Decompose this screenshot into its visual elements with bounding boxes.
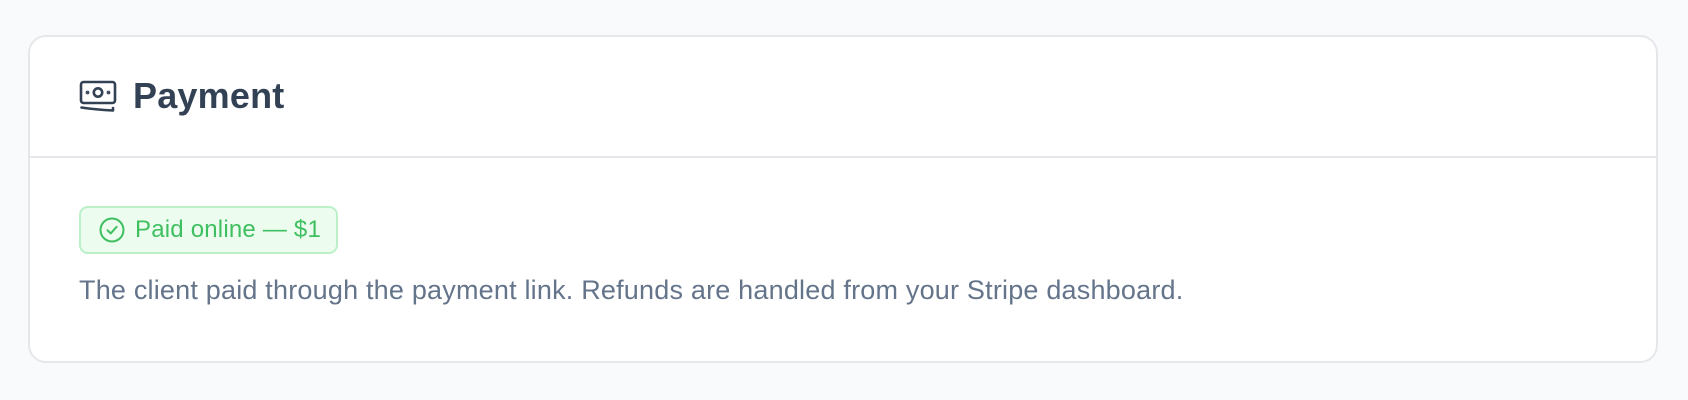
card-header: Payment (30, 37, 1656, 158)
money-bill-icon (79, 79, 117, 113)
payment-status-label: Paid online — $1 (135, 216, 321, 243)
check-circle-icon (98, 216, 126, 244)
payment-status-badge: Paid online — $1 (79, 206, 338, 254)
payment-card: Payment Paid online — $1 The client paid… (28, 35, 1658, 363)
card-title: Payment (133, 74, 285, 116)
card-body: Paid online — $1 The client paid through… (30, 158, 1656, 306)
payment-description: The client paid through the payment link… (79, 275, 1184, 305)
